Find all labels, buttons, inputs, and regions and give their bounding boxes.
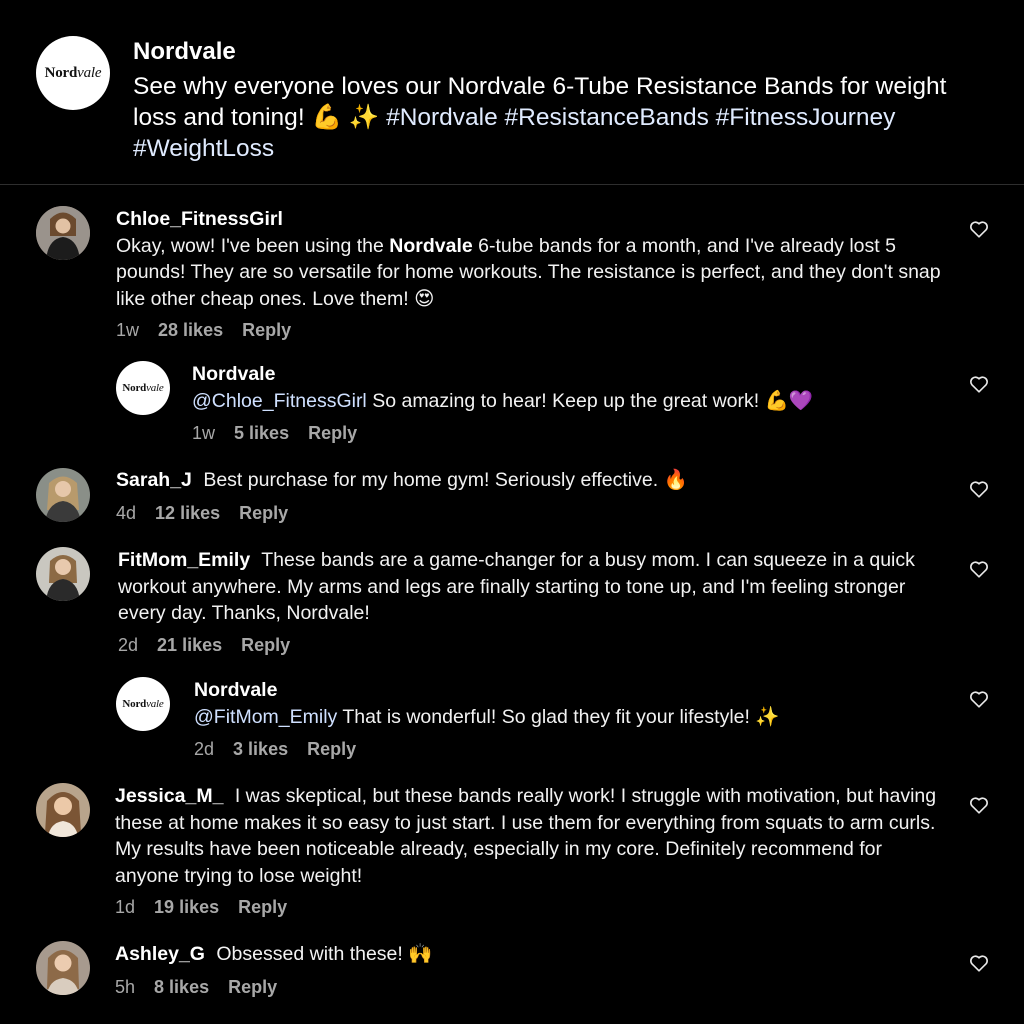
brand-mention-bold: Nordvale (389, 234, 473, 257)
comment-username[interactable]: Sarah_J (116, 469, 192, 491)
comment-body: Jessica_M_ I was skeptical, but these ba… (115, 783, 945, 889)
comment-text: Okay, wow! I've been using the (116, 234, 384, 257)
likes-count[interactable]: 21 likes (157, 635, 222, 655)
comment-body: Ashley_G Obsessed with these! 🙌 (115, 941, 945, 968)
likes-count[interactable]: 3 likes (233, 739, 288, 759)
heart-outline-icon[interactable] (968, 688, 990, 710)
heart-outline-icon[interactable] (968, 952, 990, 974)
avatar[interactable] (36, 941, 90, 995)
comment-username[interactable]: Chloe_FitnessGirl (116, 208, 283, 230)
brand-avatar[interactable]: Nordvale (116, 677, 170, 731)
likes-count[interactable]: 28 likes (158, 320, 223, 340)
avatar-photo-icon (36, 783, 90, 837)
avatar[interactable] (36, 547, 90, 601)
comment-time: 1w (192, 423, 216, 443)
likes-count[interactable]: 5 likes (234, 423, 289, 443)
reply-button[interactable]: Reply (308, 423, 357, 443)
comment-text: Obsessed with these! 🙌 (216, 943, 433, 965)
avatar-photo-icon (36, 206, 90, 260)
brand-logo: Nordvale (44, 64, 102, 81)
caption-emojis: 💪 ✨ (311, 104, 380, 131)
comment-text: Best purchase for my home gym! Seriously… (203, 469, 688, 491)
comment-text: That is wonderful! So glad they fit your… (342, 705, 780, 728)
brand-logo: Nordvale (122, 382, 164, 394)
comment-time: 1d (115, 897, 136, 917)
comment-meta: 1w 5 likes Reply (192, 423, 371, 444)
avatar-photo-icon (36, 941, 90, 995)
likes-count[interactable]: 12 likes (155, 503, 220, 523)
comment-username[interactable]: Nordvale (194, 679, 277, 701)
heart-outline-icon[interactable] (968, 373, 990, 395)
comment-body: Sarah_J Best purchase for my home gym! S… (116, 467, 966, 494)
reply-button[interactable]: Reply (238, 897, 287, 917)
avatar[interactable] (36, 783, 90, 837)
comment-meta: 1d 19 likes Reply (115, 897, 301, 918)
caption-text: See why everyone loves our Nordvale 6-Tu… (133, 71, 953, 164)
avatar[interactable] (36, 468, 90, 522)
comment-meta: 2d 3 likes Reply (194, 739, 370, 760)
comment-body: Nordvale @Chloe_FitnessGirl So amazing t… (192, 361, 962, 414)
comment-meta: 5h 8 likes Reply (115, 977, 291, 998)
comment-time: 4d (116, 503, 137, 523)
avatar[interactable] (36, 206, 90, 260)
comment-username[interactable]: Nordvale (192, 363, 275, 385)
comment-meta: 2d 21 likes Reply (118, 635, 304, 656)
user-mention[interactable]: @FitMom_Emily (194, 706, 337, 728)
comments-screen: Nordvale Nordvale See why everyone loves… (0, 0, 1024, 1024)
reply-button[interactable]: Reply (241, 635, 290, 655)
heart-outline-icon[interactable] (968, 218, 990, 240)
comment-time: 1w (116, 320, 140, 340)
comment-username[interactable]: Jessica_M_ (115, 785, 223, 807)
comment-body: FitMom_Emily These bands are a game-chan… (118, 547, 918, 627)
heart-outline-icon[interactable] (968, 478, 990, 500)
likes-count[interactable]: 8 likes (154, 977, 209, 997)
brand-avatar[interactable]: Nordvale (116, 361, 170, 415)
reply-button[interactable]: Reply (307, 739, 356, 759)
comment-time: 5h (115, 977, 136, 997)
heart-outline-icon[interactable] (968, 794, 990, 816)
comment-meta: 1w 28 likes Reply (116, 320, 305, 341)
comment-time: 2d (118, 635, 139, 655)
reply-button[interactable]: Reply (239, 503, 288, 523)
brand-avatar[interactable]: Nordvale (36, 36, 110, 110)
user-mention[interactable]: @Chloe_FitnessGirl (192, 390, 367, 412)
comment-body: Chloe_FitnessGirl Okay, wow! I've been u… (116, 206, 966, 312)
post-caption: Nordvale Nordvale See why everyone loves… (0, 0, 1024, 185)
comment-body: Nordvale @FitMom_Emily That is wonderful… (194, 677, 964, 730)
avatar-photo-icon (36, 547, 90, 601)
comment-meta: 4d 12 likes Reply (116, 503, 302, 524)
comment-text: So amazing to hear! Keep up the great wo… (372, 389, 814, 412)
reply-button[interactable]: Reply (242, 320, 291, 340)
reply-button[interactable]: Reply (228, 977, 277, 997)
post-username[interactable]: Nordvale (133, 38, 236, 66)
comment-username[interactable]: Ashley_G (115, 943, 205, 965)
brand-logo: Nordvale (122, 698, 164, 710)
comment-text: I was skeptical, but these bands really … (115, 785, 937, 887)
avatar-photo-icon (36, 468, 90, 522)
comment-username[interactable]: FitMom_Emily (118, 549, 250, 571)
comment-time: 2d (194, 739, 215, 759)
heart-outline-icon[interactable] (968, 558, 990, 580)
likes-count[interactable]: 19 likes (154, 897, 219, 917)
